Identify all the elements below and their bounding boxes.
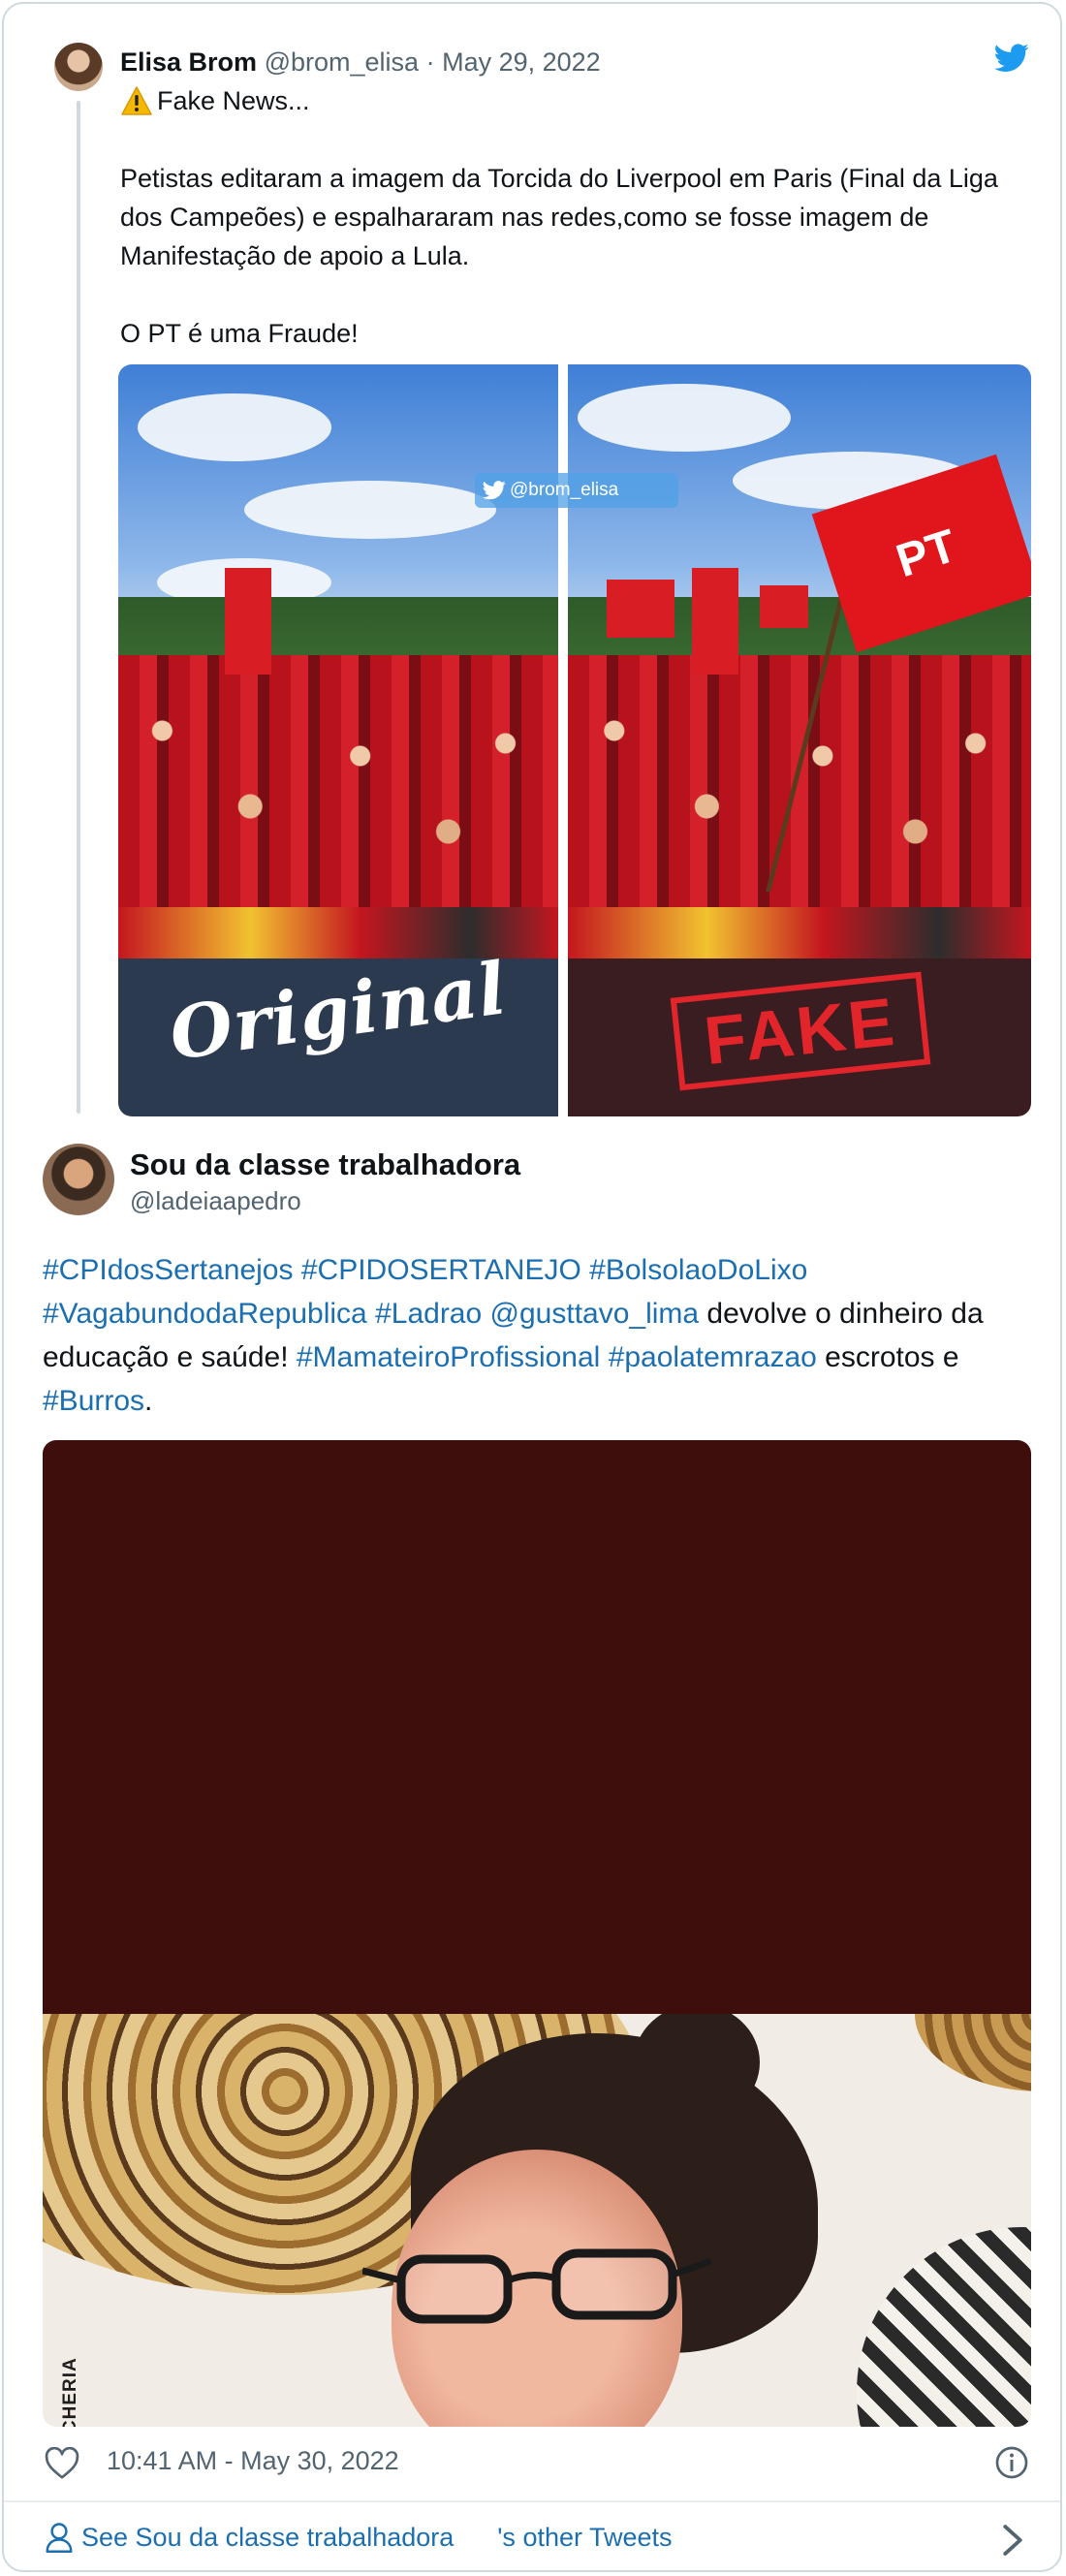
- tweet-image[interactable]: DEBOCHERIA: [43, 1440, 1031, 2427]
- tweet-text: #CPIdosSertanejos #CPIDOSERTANEJO #Bolso…: [43, 1248, 1041, 1423]
- hashtag-link[interactable]: #CPIdosSertanejos: [43, 1254, 294, 1286]
- crowd: [118, 655, 558, 907]
- other-tweets-label[interactable]: 's other Tweets: [497, 2523, 672, 2553]
- tweet-text-segment: escrotos e: [816, 1341, 959, 1373]
- quoted-tweet-text: Fake News... Petistas editaram a imagem …: [120, 81, 1031, 353]
- twitter-bird-icon: [483, 481, 506, 500]
- see-other-tweets-link[interactable]: See Sou da classe trabalhadora 's other …: [45, 2522, 673, 2553]
- info-icon[interactable]: [994, 2445, 1029, 2480]
- pt-flag-small: [607, 580, 674, 638]
- footer-divider: [4, 2500, 1060, 2502]
- hashtag-link[interactable]: #Ladrao: [375, 1298, 482, 1330]
- embedded-tweet-card: Elisa Brom @brom_elisa · May 29, 2022 Fa…: [2, 2, 1062, 2572]
- hashtag-link[interactable]: #Burros: [43, 1385, 144, 1417]
- chevron-right-icon[interactable]: [1002, 2524, 1023, 2557]
- tweet-text-segment: .: [144, 1385, 153, 1417]
- watermark-handle: @brom_elisa: [510, 480, 619, 500]
- thread-line: [77, 101, 80, 1114]
- quoted-author-handle[interactable]: @brom_elisa: [265, 47, 419, 77]
- hashtag-link[interactable]: #CPIDOSERTANEJO: [301, 1254, 581, 1286]
- person-icon: [46, 2523, 73, 2553]
- mention-link[interactable]: @gusttavo_lima: [490, 1298, 700, 1330]
- image-watermark: @brom_elisa: [475, 473, 678, 508]
- tweet-timestamp[interactable]: 10:41 AM - May 30, 2022: [107, 2446, 399, 2476]
- author-avatar[interactable]: [43, 1144, 114, 1215]
- heart-icon[interactable]: [45, 2447, 79, 2480]
- author-handle[interactable]: @ladeiaapedro: [130, 1186, 301, 1216]
- wall-basket: [857, 2227, 1031, 2427]
- quoted-paragraph-2: Petistas editaram a imagem da Torcida do…: [120, 164, 1006, 270]
- crowd: [568, 655, 1031, 907]
- glasses: [362, 2248, 711, 2324]
- quoted-author-avatar[interactable]: [54, 43, 103, 91]
- cloud: [578, 384, 791, 452]
- quoted-tweet-date[interactable]: May 29, 2022: [442, 47, 601, 77]
- debocheria-watermark: DEBOCHERIA: [58, 2276, 85, 2427]
- portrait-photo: DEBOCHERIA: [43, 2014, 1031, 2427]
- quoted-author-name[interactable]: Elisa Brom: [120, 47, 257, 77]
- red-banner: [225, 568, 271, 675]
- quoted-line-1: Fake News...: [120, 81, 1031, 120]
- header-separator: ·: [425, 47, 435, 77]
- see-label[interactable]: See Sou da classe trabalhadora: [81, 2523, 454, 2553]
- red-banner: [692, 568, 738, 675]
- wall-basket: [915, 2014, 1031, 2091]
- quoted-tweet-header: Elisa Brom @brom_elisa · May 29, 2022: [120, 45, 601, 79]
- quoted-paragraph-3: O PT é uma Fraude!: [120, 319, 359, 348]
- pt-flag-small: [760, 585, 808, 628]
- cloud: [138, 393, 331, 461]
- cloud: [244, 481, 496, 539]
- author-name[interactable]: Sou da classe trabalhadora: [130, 1147, 520, 1182]
- fake-news-line: Fake News...: [157, 86, 310, 115]
- hashtag-link[interactable]: #paolatemrazao: [609, 1341, 817, 1373]
- twitter-bird-icon[interactable]: [994, 43, 1029, 74]
- brand-text: DEBOCHERIA: [60, 2357, 80, 2427]
- hashtag-link[interactable]: #MamateiroProfissional: [297, 1341, 600, 1373]
- hashtag-link[interactable]: #VagabundodaRepublica: [43, 1298, 367, 1330]
- warning-icon: [121, 86, 152, 115]
- dark-red-area: [43, 1440, 1031, 2014]
- quoted-tweet-image[interactable]: Original PT FAKE @brom_elisa: [118, 364, 1031, 1116]
- hashtag-link[interactable]: #BolsolaoDoLixo: [589, 1254, 807, 1286]
